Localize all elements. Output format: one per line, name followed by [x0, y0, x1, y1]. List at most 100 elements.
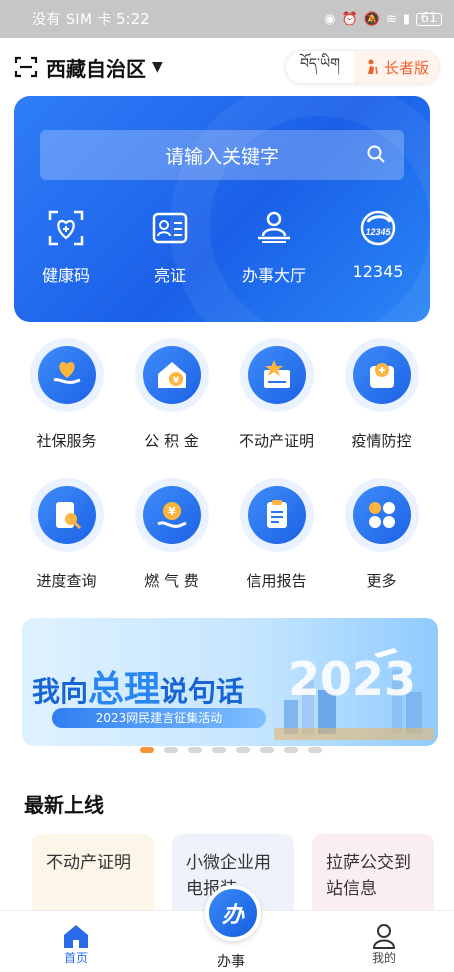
svg-text:¥: ¥: [172, 376, 179, 386]
search-placeholder: 请输入关键字: [164, 145, 279, 168]
progress-query-icon: [55, 502, 81, 530]
svg-text:12345: 12345: [365, 227, 391, 237]
quick-label: 健康码: [41, 266, 90, 285]
quick-health-code[interactable]: 健康码: [14, 208, 118, 286]
caret-down-icon[interactable]: ▼: [152, 59, 163, 75]
id-card-icon: [152, 212, 188, 244]
carousel-dot[interactable]: [236, 747, 250, 753]
mode-switch: བོད་ཡིག 长者版: [284, 50, 440, 84]
nav-me-label: 我的: [372, 951, 397, 965]
tibetan-language-button[interactable]: བོད་ཡིག: [286, 51, 354, 83]
carousel-dot[interactable]: [164, 747, 178, 753]
services-row: 进度查询 ¥ 燃 气 费 信用报告 更多: [14, 478, 434, 618]
quick-label: 亮证: [153, 266, 186, 285]
nav-me[interactable]: 我的: [372, 923, 396, 966]
carousel-dot[interactable]: [308, 747, 322, 753]
service-icon-disc: [352, 486, 411, 544]
housing-fund-icon: ¥: [157, 362, 186, 388]
service-icon-halo: [239, 338, 314, 412]
search-icon[interactable]: [366, 144, 386, 164]
quick-label: 12345: [352, 262, 404, 281]
app-screen: 没有 SIM 卡 5:22 ◉ ⏰ 🔕 ≋ ▮ 61 西藏自治区 ▼ བོད་ཡ…: [0, 0, 454, 972]
banner-year: 2023: [287, 652, 416, 706]
banner-title: 我向总理说句话: [32, 660, 244, 712]
banner-subtitle: 2023网民建言征集活动: [52, 708, 266, 728]
service-icon-disc: [247, 486, 306, 544]
nav-service-label: 办事: [217, 954, 245, 970]
service-more[interactable]: 更多: [329, 478, 434, 618]
status-bar: 没有 SIM 卡 5:22 ◉ ⏰ 🔕 ≋ ▮ 61: [0, 0, 454, 38]
service-icon-halo: [29, 338, 104, 412]
social-security-icon: [53, 362, 80, 384]
services-grid: 社保服务 ¥ 公 积 金 不动产证明 疫情防控 进度查询 ¥ 燃 气 费 信用报…: [14, 338, 434, 618]
service-icon-halo: [239, 478, 314, 552]
service-icon-disc: [37, 346, 96, 404]
service-icon-halo: ¥: [134, 478, 209, 552]
carousel-dot[interactable]: [260, 747, 274, 753]
wifi-icon: ≋: [385, 11, 397, 27]
carousel-dot[interactable]: [188, 747, 202, 753]
quick-actions: 健康码 亮证 办事大厅 12345 12345: [14, 208, 430, 286]
hero-card: 请输入关键字 健康码 亮证 办事大厅 12345 12345: [14, 96, 430, 322]
elder-mode-label: 长者版: [383, 58, 429, 77]
service-credit-report[interactable]: 信用报告: [224, 478, 329, 618]
service-gas-fee[interactable]: ¥ 燃 气 费: [119, 478, 224, 618]
service-icon-halo: ¥: [134, 338, 209, 412]
service-progress-query[interactable]: 进度查询: [14, 478, 119, 618]
charging-icon: ▮: [402, 11, 410, 27]
promo-banner[interactable]: 我向总理说句话 2023网民建言征集活动 2023: [22, 618, 438, 746]
service-icon-disc: ¥: [142, 346, 201, 404]
banner-title-part-c: 说句话: [160, 675, 245, 708]
quick-hotline[interactable]: 12345 12345: [326, 208, 430, 286]
nav-service-button[interactable]: 办: [205, 885, 261, 941]
service-label: 不动产证明: [238, 432, 314, 450]
service-real-estate[interactable]: 不动产证明: [224, 338, 329, 478]
bottom-nav: 首页 办 办事 我的: [0, 885, 454, 972]
scan-icon[interactable]: [14, 55, 38, 79]
carousel-dot[interactable]: [212, 747, 226, 753]
service-icon-disc: [352, 346, 411, 404]
service-icon-disc: ¥: [142, 486, 201, 544]
carousel-dot[interactable]: [284, 747, 298, 753]
hotline-icon: 12345: [360, 210, 396, 246]
carousel-dots: [140, 747, 322, 753]
service-label: 社保服务: [36, 432, 97, 450]
service-epidemic[interactable]: 疫情防控: [329, 338, 434, 478]
elder-mode-button[interactable]: 长者版: [353, 51, 439, 83]
quick-label: 办事大厅: [241, 266, 306, 285]
banner-title-part-b: 总理: [88, 669, 161, 710]
region-selector[interactable]: 西藏自治区: [46, 53, 146, 82]
services-row: 社保服务 ¥ 公 积 金 不动产证明 疫情防控: [14, 338, 434, 478]
carousel-dot[interactable]: [140, 747, 154, 753]
nav-home[interactable]: 首页: [62, 923, 90, 966]
battery-icon: 61: [416, 12, 442, 26]
latest-section-title: 最新上线: [24, 793, 104, 817]
service-housing-fund[interactable]: ¥ 公 积 金: [119, 338, 224, 478]
health-code-icon: [48, 210, 84, 246]
gas-fee-icon: ¥: [156, 502, 187, 528]
search-input[interactable]: 请输入关键字: [40, 130, 404, 180]
service-label: 疫情防控: [351, 432, 412, 450]
top-bar: 西藏自治区 ▼ བོད་ཡིག 长者版: [0, 44, 454, 90]
carrier-text: 没有 SIM 卡: [32, 12, 112, 28]
alarm-icon: ⏰: [341, 11, 358, 27]
home-icon: [64, 925, 88, 948]
service-icon-disc: [37, 486, 96, 544]
mute-icon: 🔕: [363, 11, 380, 27]
nav-home-label: 首页: [63, 951, 88, 965]
service-label: 公 积 金: [144, 432, 199, 450]
quick-id-card[interactable]: 亮证: [118, 208, 222, 286]
latest-card[interactable]: 不动产证明: [32, 834, 154, 920]
service-icon-disc: [247, 346, 306, 404]
service-icon-halo: [344, 478, 419, 552]
quick-service-hall[interactable]: 办事大厅: [222, 208, 326, 286]
credit-report-icon: [266, 500, 287, 528]
latest-card[interactable]: 拉萨公交到站信息: [312, 834, 434, 920]
service-social-security[interactable]: 社保服务: [14, 338, 119, 478]
svg-text:¥: ¥: [168, 505, 176, 518]
banner-title-part-a: 我向: [32, 675, 89, 708]
service-icon-halo: [29, 478, 104, 552]
service-label: 进度查询: [36, 572, 97, 590]
status-icons: ◉ ⏰ 🔕 ≋ ▮ 61: [324, 12, 442, 27]
service-hall-icon: [258, 211, 290, 243]
